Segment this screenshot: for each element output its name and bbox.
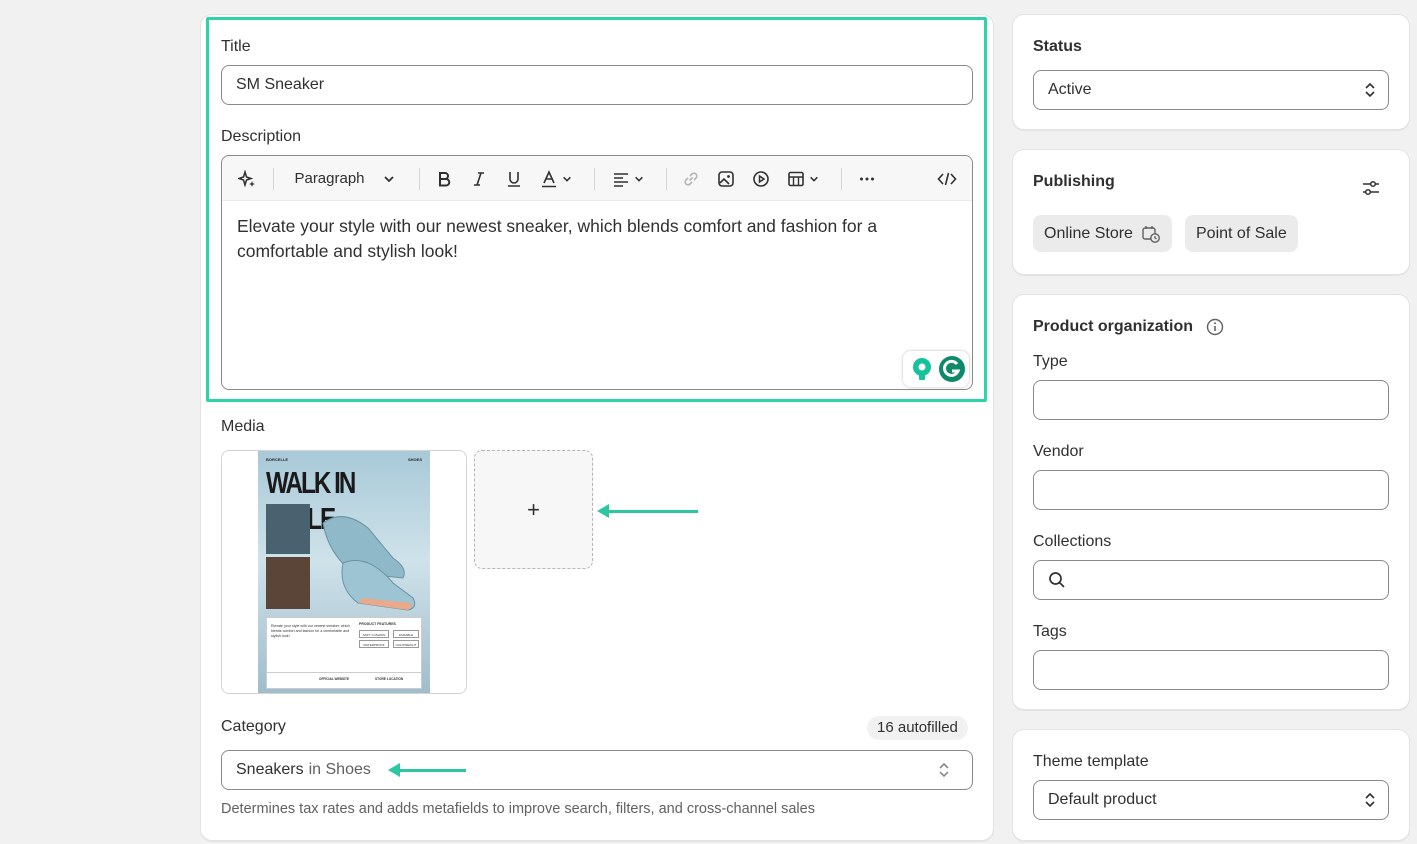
description-text[interactable]: Elevate your style with our newest sneak… [237,214,917,264]
status-label: Status [1033,38,1082,55]
theme-template-label: Theme template [1033,753,1149,770]
poster-footer: OFFICIAL WEBSITE STORE LOCATION [266,673,422,689]
poster-info-box: Elevate your style with our newest sneak… [266,617,422,673]
poster-footer-left: OFFICIAL WEBSITE [319,677,350,681]
table-icon [788,171,804,186]
media-poster: BORCELLE SHOES WALK IN STYLE Elevate you… [258,451,430,693]
tags-label: Tags [1033,623,1067,640]
insert-table-dropdown[interactable] [782,156,824,201]
select-arrows-icon [939,762,949,778]
autofilled-badge: 16 autofilled [867,716,968,740]
text-color-button[interactable] [535,156,577,201]
editor-toolbar: Paragraph [222,156,972,201]
poster-photo-1 [266,504,310,554]
paragraph-label: Paragraph [294,170,365,187]
poster-feature: WATERPROOF [359,640,389,648]
theme-template-value: Default product [1048,791,1157,808]
category-label: Category [221,718,286,735]
chevron-down-icon [563,176,571,182]
poster-feature: LIGHTWEIGHT [393,640,419,648]
category-parent: in Shoes [308,761,371,778]
type-label: Type [1033,353,1068,370]
collections-label: Collections [1033,533,1112,550]
settings-sliders-icon[interactable] [1361,178,1381,198]
status-select[interactable]: Active [1033,70,1389,110]
plus-icon: + [527,496,540,522]
align-dropdown[interactable] [607,156,649,201]
annotation-arrow-head [388,763,400,777]
info-icon[interactable] [1206,318,1224,336]
underline-button[interactable] [500,156,528,201]
show-html-button[interactable] [932,156,962,201]
category-value: Sneakers [236,761,304,778]
channel-label: Point of Sale [1196,224,1287,242]
select-arrows-icon [1365,82,1375,98]
title-label: Title [221,38,251,55]
chevron-down-icon [810,176,818,182]
type-input[interactable] [1033,380,1389,420]
category-help-text: Determines tax rates and adds metafields… [221,801,815,817]
grammarly-widget[interactable] [903,351,969,387]
vendor-label: Vendor [1033,443,1084,460]
code-icon [937,172,957,185]
poster-brand: BORCELLE [266,457,288,462]
paragraph-dropdown[interactable]: Paragraph [282,156,407,201]
description-label: Description [221,128,302,145]
bold-button[interactable] [430,156,458,201]
media-label: Media [221,418,265,435]
publishing-label: Publishing [1033,173,1115,190]
title-input[interactable]: SM Sneaker [221,65,973,105]
more-horizontal-icon [860,177,874,180]
media-thumbnail[interactable]: BORCELLE SHOES WALK IN STYLE Elevate you… [221,450,467,694]
italic-icon [474,171,484,186]
sneaker-image [322,516,416,611]
organization-label: Product organization [1033,318,1193,335]
align-left-icon [614,172,628,187]
tags-input[interactable] [1033,650,1389,690]
channel-chip-online-store[interactable]: Online Store [1033,215,1172,252]
poster-blurb: Elevate your style with our newest sneak… [271,624,351,638]
image-icon [718,170,734,187]
underline-icon [508,171,520,187]
more-options-button[interactable] [852,156,882,201]
status-value: Active [1048,81,1092,98]
insert-image-button[interactable] [712,156,740,201]
add-media-button[interactable]: + [474,450,593,569]
chevron-down-icon [383,175,394,182]
link-icon [684,171,698,186]
category-select[interactable]: Sneakers in Shoes [221,750,973,790]
link-button[interactable] [677,156,705,201]
poster-tag: SHOES [407,457,422,462]
play-circle-icon [753,170,769,187]
insert-video-button[interactable] [747,156,775,201]
ai-magic-button[interactable] [232,156,262,201]
annotation-arrow-line [396,769,466,772]
poster-photo-2 [266,557,310,609]
poster-feature: DURABLE [393,630,419,638]
title-value: SM Sneaker [236,76,325,93]
channel-label: Online Store [1044,224,1133,242]
search-icon [1049,572,1065,588]
theme-template-select[interactable]: Default product [1033,780,1389,820]
annotation-arrow-line [606,510,698,513]
channel-chip-point-of-sale[interactable]: Point of Sale [1185,215,1298,252]
annotation-arrow-head [597,504,609,518]
text-color-icon [542,169,556,187]
collections-search-input[interactable] [1033,560,1389,600]
poster-footer-right: STORE LOCATION [375,677,404,681]
bold-icon [439,171,451,186]
chevron-down-icon [635,176,643,182]
sparkle-icon [238,169,255,188]
publishing-card [1012,149,1410,275]
select-arrows-icon [1365,792,1375,808]
calendar-clock-icon [1142,225,1160,243]
poster-feature: SOFT CUSHION [359,630,389,638]
italic-button[interactable] [465,156,493,201]
poster-features-title: PRODUCT FEATURES [359,622,396,626]
lightbulb-icon [913,358,931,380]
vendor-input[interactable] [1033,470,1389,510]
grammarly-icon [939,356,965,382]
